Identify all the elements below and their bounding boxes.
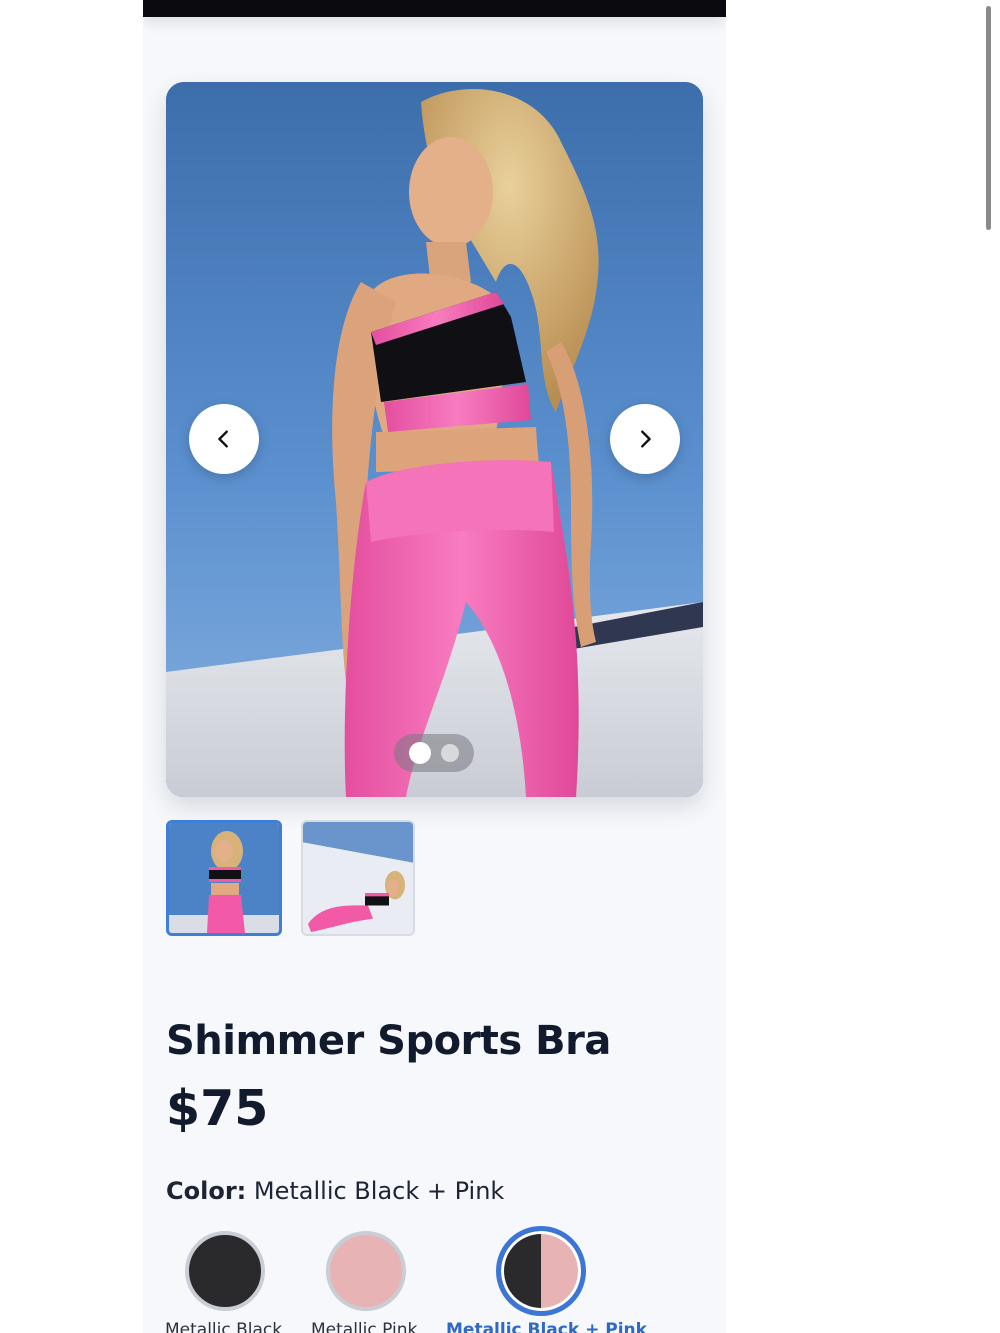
thumbnail-strip — [166, 820, 706, 936]
swatch-metallic-black[interactable] — [185, 1231, 265, 1311]
carousel-dot-1[interactable] — [409, 742, 431, 764]
scrollbar[interactable] — [986, 6, 991, 230]
thumbnail-1-image — [169, 823, 279, 933]
carousel-indicator — [394, 734, 474, 772]
previous-image-button[interactable] — [189, 404, 259, 474]
chevron-right-icon — [641, 430, 651, 448]
color-label: Color: — [166, 1177, 247, 1205]
selected-color: Color: Metallic Black + Pink — [166, 1177, 504, 1205]
carousel-dot-2[interactable] — [441, 744, 459, 762]
swatch-metallic-black-pink[interactable] — [496, 1226, 586, 1316]
thumbnail-2-image — [303, 822, 413, 934]
color-value: Metallic Black + Pink — [253, 1177, 505, 1205]
top-bar — [143, 0, 726, 17]
product-title: Shimmer Sports Bra — [166, 1018, 611, 1064]
next-image-button[interactable] — [610, 404, 680, 474]
chevron-left-icon — [218, 430, 228, 448]
product-column: Shimmer Sports Bra $75 Color: Metallic B… — [143, 0, 726, 1333]
page: Shimmer Sports Bra $75 Color: Metallic B… — [0, 0, 1000, 1333]
image-gallery — [166, 82, 703, 797]
swatch-label-metallic-black-pink: Metallic Black + Pink — [446, 1320, 647, 1333]
thumbnail-1[interactable] — [166, 820, 282, 936]
swatch-label-metallic-pink: Metallic Pink — [311, 1320, 418, 1333]
product-price: $75 — [166, 1080, 269, 1137]
swatch-metallic-pink[interactable] — [326, 1231, 406, 1311]
swatch-label-metallic-black: Metallic Black — [165, 1320, 283, 1333]
thumbnail-2[interactable] — [301, 820, 415, 936]
